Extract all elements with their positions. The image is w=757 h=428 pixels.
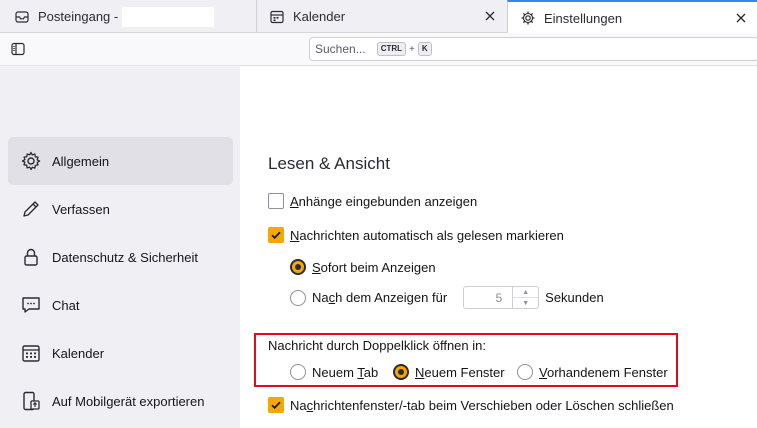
search-placeholder: Suchen...: [315, 42, 366, 56]
sidebar-item-calendar[interactable]: Kalender: [8, 329, 233, 377]
checkmark-icon: [271, 401, 281, 410]
option-label: Vorhandenem Fenster: [539, 364, 668, 380]
lock-icon: [19, 245, 43, 269]
mobile-export-icon: [19, 389, 43, 413]
open-new-window-option[interactable]: Neuem Fenster: [393, 364, 505, 380]
close-on-move-option[interactable]: Nachrichtenfenster/-tab beim Verschieben…: [268, 397, 674, 413]
open-new-window-radio[interactable]: [393, 364, 409, 380]
gear-icon: [19, 149, 43, 173]
redacted-account: [122, 6, 215, 27]
tab-settings[interactable]: Einstellungen: [507, 0, 757, 34]
mark-immediately-option[interactable]: Sofort beim Anzeigen: [290, 259, 436, 275]
option-label: Sofort beim Anzeigen: [312, 259, 436, 275]
checkmark-icon: [271, 231, 281, 240]
sidebar-item-label: Kalender: [52, 345, 105, 361]
sidebar-item-chat[interactable]: Chat: [8, 281, 233, 329]
open-new-tab-radio[interactable]: [290, 364, 306, 380]
mark-immediately-radio[interactable]: [290, 259, 306, 275]
auto-mark-read-checkbox[interactable]: [268, 227, 284, 243]
tab-label: Kalender: [293, 9, 346, 24]
inbox-icon: [14, 9, 30, 25]
show-attachments-option[interactable]: Anhänge eingebunden anzeigen: [268, 193, 477, 209]
option-label: Neuem Fenster: [415, 364, 505, 380]
search-input[interactable]: Suchen... CTRL + K: [309, 37, 757, 61]
sidebar-item-label: Verfassen: [52, 201, 110, 217]
tab-label: Posteingang -: [38, 9, 119, 24]
shortcut-key-k: K: [417, 42, 432, 56]
calendar-icon: [269, 9, 285, 25]
calendar-icon: [19, 341, 43, 365]
open-new-tab-option[interactable]: Neuem Tab: [290, 364, 378, 380]
sidebar-item-label: Allgemein: [52, 153, 110, 169]
dblclick-label: Nachricht durch Doppelklick öffnen in:: [268, 338, 486, 353]
sidebar-item-label: Datenschutz & Sicherheit: [52, 249, 198, 265]
pencil-icon: [19, 197, 43, 221]
show-attachments-checkbox[interactable]: [268, 193, 284, 209]
stepper-up-icon[interactable]: ▲: [513, 287, 539, 298]
option-label: Nachrichten automatisch als gelesen mark…: [290, 227, 564, 243]
tab-bar: Posteingang - Kalender Einstellungen: [0, 0, 757, 34]
option-label: Anhänge eingebunden anzeigen: [290, 193, 478, 209]
tab-calendar[interactable]: Kalender: [256, 0, 506, 33]
open-existing-window-option[interactable]: Vorhandenem Fenster: [517, 364, 668, 380]
sidebar-item-label: Auf Mobilgerät exportieren: [52, 393, 205, 409]
option-label: Nachrichtenfenster/-tab beim Verschieben…: [290, 397, 674, 413]
sidebar-item-label: Chat: [52, 297, 80, 313]
seconds-value[interactable]: 5: [464, 291, 512, 305]
option-label: Neuem Tab: [312, 364, 379, 380]
tab-label: Einstellungen: [544, 10, 623, 26]
sidebar-item-mobile-export[interactable]: Auf Mobilgerät exportieren: [8, 377, 233, 425]
section-title: Lesen & Ansicht: [268, 154, 390, 173]
gear-icon: [520, 10, 536, 26]
option-label: Nach dem Anzeigen für: [312, 290, 448, 305]
open-existing-window-radio[interactable]: [517, 364, 533, 380]
mark-after-display-radio[interactable]: [290, 289, 306, 306]
tab-inbox[interactable]: Posteingang -: [2, 0, 256, 33]
auto-mark-read-option[interactable]: Nachrichten automatisch als gelesen mark…: [268, 227, 564, 243]
close-on-move-checkbox[interactable]: [268, 397, 284, 413]
shortcut-plus: +: [409, 43, 415, 55]
seconds-label: Sekunden: [545, 290, 604, 305]
sidebar-toggle-icon[interactable]: [10, 41, 26, 57]
mark-after-display-option[interactable]: Nach dem Anzeigen für 5 ▲ ▼ Sekunden: [290, 286, 604, 309]
sidebar-item-privacy[interactable]: Datenschutz & Sicherheit: [8, 233, 233, 281]
close-icon[interactable]: [733, 10, 749, 26]
sidebar-item-general[interactable]: Allgemein: [8, 137, 233, 185]
chat-icon: [19, 293, 43, 317]
close-icon[interactable]: [482, 8, 498, 24]
shortcut-key-ctrl: CTRL: [376, 42, 407, 56]
sidebar-item-compose[interactable]: Verfassen: [8, 185, 233, 233]
seconds-stepper[interactable]: 5 ▲ ▼: [463, 286, 540, 309]
stepper-down-icon[interactable]: ▼: [513, 298, 538, 308]
